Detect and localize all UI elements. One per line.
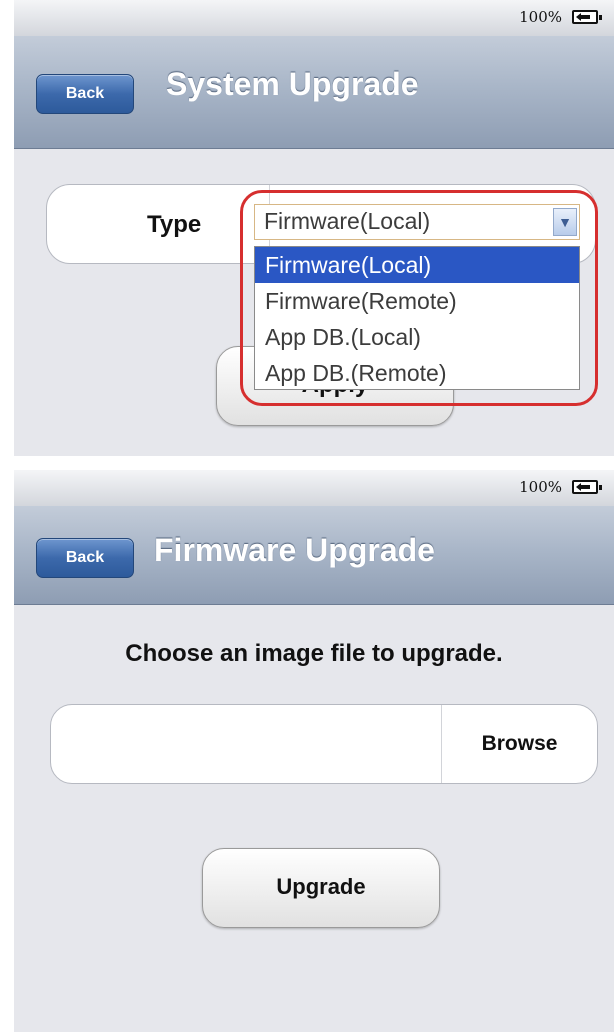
nav-bar: Back Firmware Upgrade bbox=[14, 506, 614, 605]
highlight-ring bbox=[240, 190, 598, 406]
battery-percent: 100% bbox=[519, 478, 562, 496]
file-row: Browse bbox=[50, 704, 598, 784]
upgrade-button[interactable]: Upgrade bbox=[202, 848, 440, 928]
file-path-input[interactable] bbox=[51, 705, 441, 783]
nav-bar: Back System Upgrade bbox=[14, 36, 614, 149]
page-title: System Upgrade bbox=[166, 66, 419, 102]
status-bar: 100% bbox=[14, 0, 614, 37]
choose-file-prompt: Choose an image file to upgrade. bbox=[125, 640, 503, 667]
back-button[interactable]: Back bbox=[36, 538, 134, 578]
battery-percent: 100% bbox=[519, 8, 562, 26]
battery-charging-icon bbox=[572, 10, 602, 24]
browse-button[interactable]: Browse bbox=[442, 705, 597, 783]
system-upgrade-screen: 100% Back System Upgrade Apply Type Firm… bbox=[14, 0, 614, 456]
status-bar: 100% bbox=[14, 470, 614, 507]
type-label: Type bbox=[147, 211, 202, 238]
firmware-upgrade-screen: 100% Back Firmware Upgrade Choose an ima… bbox=[14, 470, 614, 1032]
battery-charging-icon bbox=[572, 480, 602, 494]
page-title: Firmware Upgrade bbox=[154, 532, 435, 568]
back-button[interactable]: Back bbox=[36, 74, 134, 114]
